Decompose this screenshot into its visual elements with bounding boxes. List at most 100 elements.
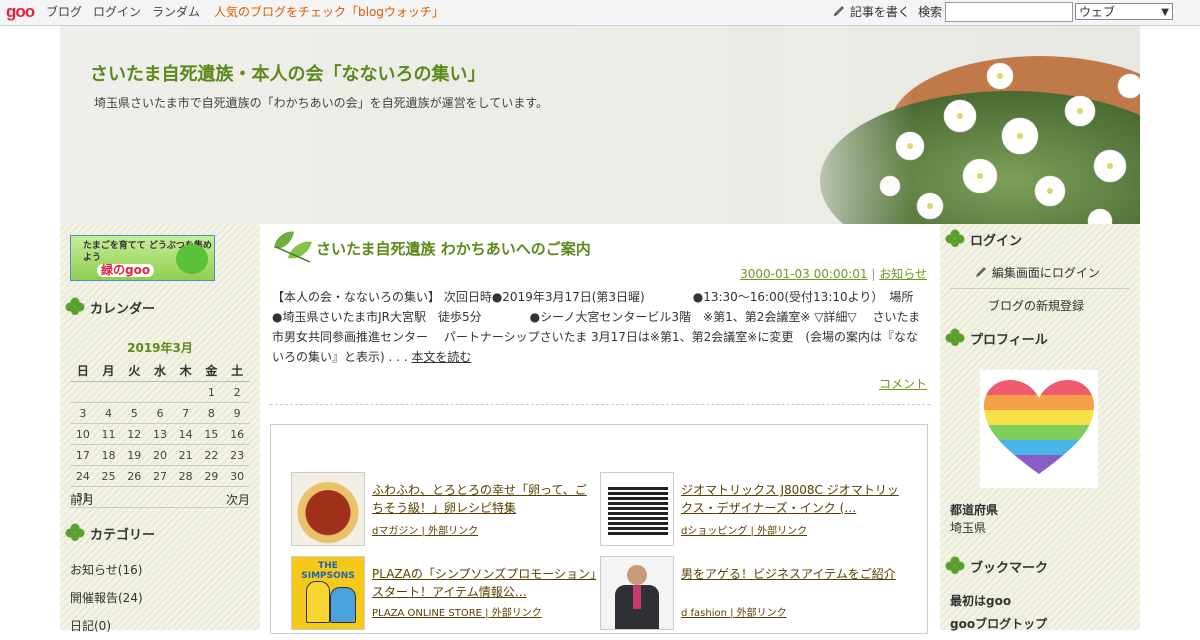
prefecture-value: 埼玉県: [950, 521, 987, 535]
calendar-week-row: 24 25 26 27 28 29 30: [70, 465, 250, 487]
login-heading-label: ログイン: [970, 233, 1023, 249]
weekday-label: 土: [224, 360, 250, 382]
calendar-day: 24: [70, 465, 96, 487]
calendar-table: 2019年3月 日 月 火 水 木 金 土 1 2 3 4 5 6 7 8 9 10 11 12 13 1…: [70, 338, 250, 508]
calendar-prev-link[interactable]: 前月: [70, 491, 94, 508]
profile-heading-label: プロフィール: [970, 332, 1048, 348]
category-item[interactable]: 開催報告(24): [70, 584, 143, 612]
calendar-day: 22: [198, 444, 225, 466]
ad-title[interactable]: 男をアゲる！ビジネスアイテムをご紹介: [681, 565, 907, 583]
weekday-label: 水: [147, 360, 173, 382]
article-date[interactable]: 3000-01-03 00:00:01: [740, 267, 867, 281]
calendar-day: 12: [121, 423, 148, 445]
frog-icon: [176, 244, 208, 274]
calendar-body: 1 2 3 4 5 6 7 8 9 10 11 12 13 14 15 16 17 18 19 20 21 22 23 24 2…: [70, 381, 250, 508]
category-item[interactable]: お知らせ(16): [70, 556, 143, 584]
weekday-label: 月: [95, 360, 122, 382]
calendar-heading-label: カレンダー: [90, 301, 156, 317]
simpsons-logo-text: THE SIMPSONS: [301, 561, 355, 581]
main-content: さいたま自死遺族 わかちあいへのご案内 3000-01-03 00:00:01 …: [260, 224, 940, 634]
calendar-caption: 2019年3月: [127, 341, 193, 355]
search-input[interactable]: [945, 2, 1073, 22]
meta-separator: |: [871, 267, 876, 281]
weekday-label: 日: [70, 360, 96, 382]
blog-title[interactable]: さいたま自死遺族・本人の会「なないろの集い」: [90, 63, 485, 87]
ad-title[interactable]: ジオマトリックス J8008C ジオマトリックス・デザイナーズ・インク (…: [681, 481, 907, 517]
chevron-down-icon: ▼: [1161, 7, 1169, 18]
calendar-day: 13: [147, 423, 173, 445]
calendar-day: [172, 486, 199, 508]
calendar-day: [198, 486, 225, 508]
pencil-icon: [834, 6, 844, 16]
calendar-day: 1: [198, 381, 225, 403]
businessman-thumbnail: [600, 556, 674, 630]
calendar-day: 11: [95, 423, 122, 445]
calendar-day: 10: [70, 423, 96, 445]
calendar-day: [147, 381, 173, 403]
nav-blog-link[interactable]: ブログ: [46, 5, 82, 20]
ad-title[interactable]: ふわふわ、とろとろの幸せ「卵って、ごちそう級！」卵レシピ特集: [372, 481, 598, 517]
ad-item[interactable]: 男をアゲる！ビジネスアイテムをご紹介 d fashion | 外部リンク: [600, 556, 900, 632]
calendar-day: 14: [172, 423, 199, 445]
calendar-next-link[interactable]: 次月: [226, 491, 250, 508]
omelette-thumbnail: [291, 472, 365, 546]
category-item[interactable]: 日記(0): [70, 612, 143, 640]
calendar-week-row: 31: [70, 486, 250, 508]
ad-source[interactable]: dマガジン | 外部リンク: [372, 522, 478, 537]
calendar-day: 23: [224, 444, 250, 466]
calendar-day: 19: [121, 444, 148, 466]
calendar-week-row: 3456789: [70, 402, 250, 424]
write-article-label: 記事を書く: [849, 5, 910, 19]
clover-icon: [945, 556, 965, 574]
nav-login-link[interactable]: ログイン: [93, 5, 141, 20]
article-meta: 3000-01-03 00:00:01 | お知らせ: [740, 265, 927, 282]
write-article-button[interactable]: 記事を書く: [832, 4, 910, 20]
calendar-day: [95, 381, 122, 403]
profile-heading: プロフィール: [944, 327, 1048, 349]
edit-login-link[interactable]: 編集画面にログイン: [974, 264, 1100, 281]
read-more-link[interactable]: 本文を読む: [411, 350, 471, 364]
bookmark-heading-label: ブックマーク: [970, 560, 1049, 576]
calendar-week-row: 10 11 12 13 14 15 16: [70, 423, 250, 445]
calendar-day: 25: [95, 465, 122, 487]
ad-source[interactable]: d fashion | 外部リンク: [681, 604, 787, 619]
simpsons-thumbnail: THE SIMPSONS: [291, 556, 365, 630]
profile-avatar[interactable]: [980, 370, 1098, 488]
calendar-heading: カレンダー: [64, 296, 155, 318]
article-title[interactable]: さいたま自死遺族 わかちあいへのご案内: [316, 238, 591, 259]
calendar-day: 30: [224, 465, 250, 487]
calendar-day: [121, 381, 148, 403]
ad-title[interactable]: PLAZAの「シンプソンズプロモーション」スタート！アイテム情報公…: [372, 565, 598, 601]
login-heading: ログイン: [944, 228, 1022, 250]
blog-header: さいたま自死遺族・本人の会「なないろの集い」 埼玉県さいたま市で自死遺族の「わか…: [60, 26, 1140, 224]
comment-link[interactable]: コメント: [879, 375, 927, 392]
bookmark-link[interactable]: gooブログトップ: [950, 615, 1047, 632]
article-category-link[interactable]: お知らせ: [879, 267, 927, 281]
calendar-day: 26: [121, 465, 148, 487]
left-sidebar: たまごを育てて どうぶつを集めよう 緑のgoo カレンダー 2019年3月 日 …: [60, 224, 260, 633]
bookmark-link[interactable]: 最初はgoo: [950, 592, 1011, 609]
midori-goo-banner[interactable]: たまごを育てて どうぶつを集めよう 緑のgoo: [70, 235, 215, 281]
weekday-label: 金: [198, 360, 225, 382]
search-scope-select[interactable]: ウェブ ▼: [1075, 3, 1173, 20]
calendar-day: 27: [147, 465, 173, 487]
blog-description: 埼玉県さいたま市で自死遺族の「わかちあいの会」を自死遺族が運営をしています。: [94, 96, 549, 110]
ad-item[interactable]: ふわふわ、とろとろの幸せ「卵って、ごちそう級！」卵レシピ特集 dマガジン | 外…: [291, 472, 591, 548]
goo-logo[interactable]: goo: [6, 3, 35, 21]
weekday-label: 火: [121, 360, 148, 382]
calendar-day: [95, 486, 122, 508]
new-blog-link[interactable]: ブログの新規登録: [988, 297, 1084, 314]
ad-source[interactable]: PLAZA ONLINE STORE | 外部リンク: [372, 604, 542, 619]
calendar-day: 5: [121, 402, 148, 424]
ad-item[interactable]: ジオマトリックス J8008C ジオマトリックス・デザイナーズ・インク (… d…: [600, 472, 900, 548]
nav-random-link[interactable]: ランダム: [152, 5, 200, 20]
ad-item[interactable]: THE SIMPSONS PLAZAの「シンプソンズプロモーション」スタート！ア…: [291, 556, 596, 632]
article-excerpt: 【本人の会・なないろの集い】 次回日時●2019年3月17日(第3日曜) ●13…: [272, 287, 928, 367]
calendar-day: 16: [224, 423, 250, 445]
calendar-day: [70, 381, 96, 403]
blog-watch-link[interactable]: 人気のブログをチェック「blogウォッチ」: [214, 5, 444, 20]
calendar-day: 6: [147, 402, 173, 424]
calendar-week-row: 12: [70, 381, 250, 403]
calendar-day: [172, 381, 199, 403]
ad-source[interactable]: dショッピング | 外部リンク: [681, 522, 807, 537]
